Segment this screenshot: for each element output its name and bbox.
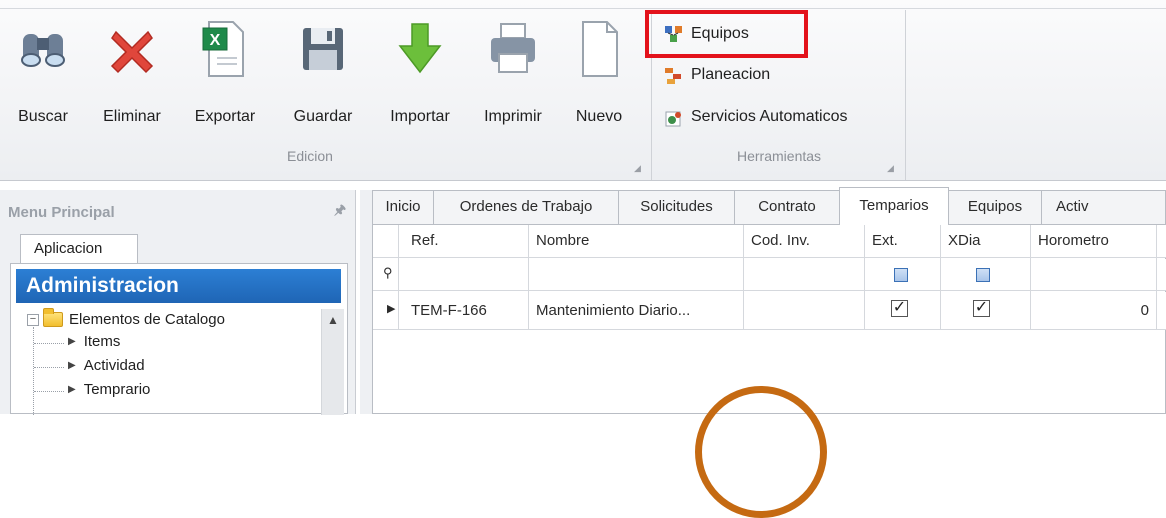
col-header-nombre[interactable]: Nombre [528, 232, 728, 249]
row-indicator-icon: ▶ [387, 303, 396, 315]
ext-checkbox-checked[interactable]: ✓ [891, 300, 908, 317]
excel-export-icon: X [202, 21, 244, 77]
buscar-label: Buscar [18, 108, 68, 125]
cell-horometro[interactable]: 0 [1030, 302, 1153, 319]
group-divider [905, 10, 906, 180]
menu-principal-panel: Menu Principal 🖈 Aplicacion Administraci… [0, 190, 356, 415]
document-area: Inicio Ordenes de Trabajo Solicitudes Co… [360, 187, 1166, 414]
tree-node-label: Temprario [83, 381, 151, 398]
xdia-filter-checkbox[interactable] [976, 268, 990, 282]
filter-pin-icon: ⚲ [383, 265, 393, 280]
tree-node-items[interactable]: ▶ Items [68, 333, 120, 350]
scroll-up-icon[interactable]: ▲ [322, 313, 344, 329]
eliminar-button[interactable]: Eliminar [96, 18, 168, 138]
herramientas-launcher-icon[interactable]: ◢ [887, 164, 895, 173]
ribbon: Buscar Eliminar X Exportar Guardar Impor… [0, 0, 1166, 181]
menu-principal-title: Menu Principal [8, 203, 115, 221]
ext-filter-checkbox[interactable] [894, 268, 908, 282]
document-tabs: Inicio Ordenes de Trabajo Solicitudes Co… [372, 187, 1166, 225]
importar-label: Importar [390, 108, 450, 125]
guardar-label: Guardar [293, 108, 353, 125]
save-disk-icon [303, 28, 343, 70]
col-header-xdia[interactable]: XDia [940, 232, 1010, 249]
arrow-right-icon: ▶ [68, 384, 76, 395]
tree-guide [33, 327, 34, 415]
guardar-button[interactable]: Guardar [284, 18, 362, 138]
col-separator [743, 225, 744, 330]
grid-header-row: Ref. Nombre Cod. Inv. Ext. XDia Horometr… [373, 225, 1166, 258]
administracion-header[interactable]: Administracion [16, 269, 341, 303]
collapse-icon[interactable]: − [27, 313, 39, 326]
ribbon-top-border [0, 8, 1166, 9]
tab-ordenes-de-trabajo[interactable]: Ordenes de Trabajo [433, 190, 619, 224]
col-header-cod-inv[interactable]: Cod. Inv. [743, 232, 853, 249]
tree-node-temprario[interactable]: ▶ Temprario [68, 381, 150, 398]
cell-nombre[interactable]: Mantenimiento Diario... [528, 302, 733, 319]
tree-node-label: Actividad [83, 357, 145, 374]
xdia-checkbox-checked[interactable]: ✓ [973, 300, 990, 317]
printer-icon [491, 23, 535, 73]
edicion-group-label: Edicion [287, 148, 333, 164]
buscar-button[interactable]: Buscar [12, 18, 74, 138]
tab-equipos[interactable]: Equipos [948, 190, 1042, 224]
import-arrow-down-icon [398, 23, 442, 74]
arrow-right-icon: ▶ [68, 360, 76, 371]
planeacion-icon [665, 68, 681, 84]
exportar-label: Exportar [194, 108, 256, 125]
binoculars-icon [21, 34, 65, 67]
nuevo-label: Nuevo [575, 108, 623, 125]
imprimir-label: Imprimir [484, 108, 542, 125]
planeacion-tool[interactable]: Planeacion [663, 62, 770, 88]
menu-body: Administracion − Elementos de Catalogo ▶… [10, 263, 348, 415]
menu-principal-header: Menu Principal 🖈 [8, 198, 348, 226]
col-separator [528, 225, 529, 330]
tree-scrollbar[interactable]: ▲ [321, 309, 344, 415]
importar-button[interactable]: Importar [380, 18, 460, 138]
tab-activ[interactable]: Activ [1041, 190, 1166, 224]
servicios-label: Servicios Automaticos [691, 108, 848, 125]
tab-inicio[interactable]: Inicio [372, 190, 434, 224]
herramientas-group-label: Herramientas [737, 148, 822, 164]
tab-aplicacion[interactable]: Aplicacion [20, 234, 138, 264]
cell-ref[interactable]: TEM-F-166 [403, 302, 523, 319]
col-header-ref[interactable]: Ref. [403, 232, 513, 249]
col-header-horometro[interactable]: Horometro [1030, 232, 1140, 249]
eliminar-label: Eliminar [103, 108, 161, 125]
col-header-ext[interactable]: Ext. [864, 232, 914, 249]
exportar-button[interactable]: X Exportar [182, 18, 268, 138]
col-separator [398, 225, 399, 330]
col-separator [940, 225, 941, 330]
folder-icon [43, 308, 63, 327]
servicios-icon [665, 111, 681, 127]
arrow-right-icon: ▶ [68, 336, 76, 347]
delete-x-icon [110, 30, 154, 74]
tab-temparios[interactable]: Temparios [839, 187, 949, 225]
imprimir-button[interactable]: Imprimir [476, 18, 550, 138]
annotation-circle [695, 386, 827, 518]
tab-solicitudes[interactable]: Solicitudes [618, 190, 735, 224]
tree-node-actividad[interactable]: ▶ Actividad [68, 357, 145, 374]
tree-node-elementos[interactable]: − Elementos de Catalogo [27, 308, 225, 328]
tree-connector [34, 343, 64, 344]
tree-node-label: Elementos de Catalogo [69, 311, 225, 328]
table-row[interactable]: ▶ TEM-F-166 Mantenimiento Diario... ✓ ✓ … [373, 292, 1166, 330]
col-separator [864, 225, 865, 330]
nuevo-button[interactable]: Nuevo [566, 18, 632, 138]
grid-filter-row[interactable]: ⚲ [373, 259, 1166, 291]
svg-text:X: X [210, 32, 221, 49]
tree-connector [34, 367, 64, 368]
new-document-icon [582, 21, 618, 77]
tab-contrato[interactable]: Contrato [734, 190, 840, 224]
col-separator [1156, 225, 1157, 330]
tree-node-label: Items [83, 333, 121, 350]
servicios-automaticos-tool[interactable]: Servicios Automaticos [663, 104, 848, 130]
edicion-launcher-icon[interactable]: ◢ [634, 164, 642, 173]
catalog-tree: − Elementos de Catalogo ▶ Items ▶ Activi… [16, 308, 321, 415]
col-separator [1030, 225, 1031, 330]
tree-connector [34, 391, 64, 392]
equipos-highlight-box [645, 10, 808, 58]
planeacion-label: Planeacion [691, 66, 771, 83]
pin-icon[interactable]: 🖈 [334, 201, 348, 223]
